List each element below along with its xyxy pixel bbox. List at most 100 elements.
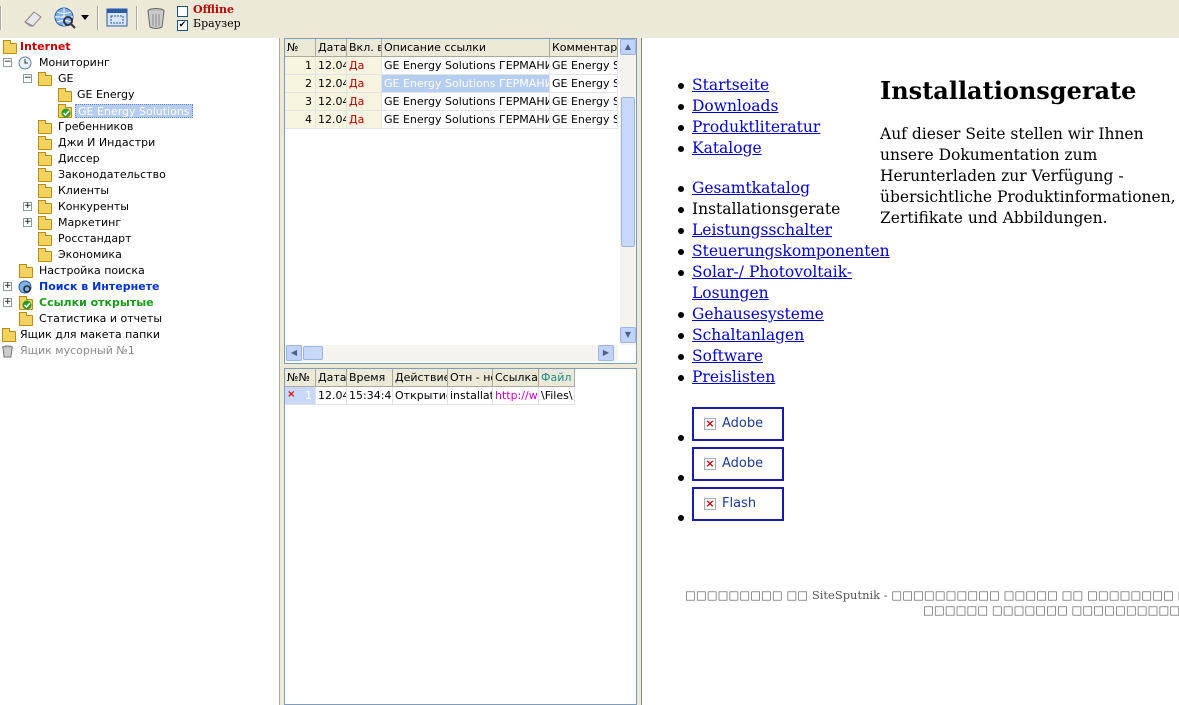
- folder-icon: [38, 168, 52, 182]
- column-header[interactable]: Вкл. в: [347, 39, 382, 57]
- broken-image-icon: ×: [704, 457, 716, 470]
- list-item[interactable]: Gesamtkatalog: [678, 178, 890, 199]
- cell-included: Да: [347, 75, 382, 93]
- nav-list-products: Gesamtkatalog Installationsgerate Leistu…: [678, 178, 890, 388]
- list-item[interactable]: Gehausesysteme: [678, 304, 890, 325]
- list-item[interactable]: Leistungsschalter: [678, 220, 890, 241]
- page-paragraph: Auf dieser Seite stellen wir Ihnen unser…: [880, 125, 1176, 227]
- collapse-icon[interactable]: −: [3, 58, 12, 67]
- list-item[interactable]: Steuerungskomponenten: [678, 241, 890, 262]
- cell-comment: GE Energy Sc: [550, 57, 618, 75]
- folder-icon: [38, 136, 52, 150]
- browser-checkbox[interactable]: ✔: [177, 20, 188, 31]
- globe-search-icon[interactable]: [52, 5, 78, 31]
- cell-comment: GE Energy Sc: [550, 93, 618, 111]
- expand-icon[interactable]: +: [3, 298, 12, 307]
- screenshot-icon[interactable]: [104, 5, 130, 31]
- list-item[interactable]: Downloads: [677, 96, 820, 117]
- nav-current: Installationsgerate: [692, 200, 841, 218]
- links-grid: № Дата Вкл. в Описание ссылки Комментари…: [284, 38, 637, 364]
- list-item[interactable]: Kataloge: [677, 138, 820, 159]
- column-header[interactable]: Действие: [393, 369, 448, 387]
- scroll-left-icon[interactable]: ◀: [286, 345, 302, 361]
- list-item[interactable]: Schaltanlagen: [678, 325, 890, 346]
- nav-link[interactable]: Steuerungskomponenten: [692, 242, 890, 260]
- folder-icon: [19, 264, 33, 278]
- cell-link[interactable]: http://ww: [493, 387, 539, 405]
- list-item[interactable]: Preislisten: [678, 367, 890, 388]
- cell-included: Да: [347, 93, 382, 111]
- cell-comment: GE Energy Sc: [550, 75, 618, 93]
- list-item[interactable]: Produktliteratur: [677, 117, 820, 138]
- nav-link[interactable]: Schaltanlagen: [692, 326, 804, 344]
- footer-text: □□□□□□□□□ □□ SiteSputnik - □□□□□□□□□□ □□…: [685, 588, 1179, 602]
- broken-image-link[interactable]: × Flash: [692, 487, 784, 521]
- expand-icon[interactable]: +: [3, 282, 12, 291]
- nav-link[interactable]: Solar-/ Photovoltaik-: [692, 263, 852, 281]
- column-header[interactable]: №: [285, 39, 316, 57]
- trash-icon[interactable]: [143, 5, 169, 31]
- folder-icon: [3, 40, 17, 54]
- column-header[interactable]: Дата: [316, 39, 347, 57]
- eraser-icon[interactable]: [20, 5, 46, 31]
- folder-icon: [19, 312, 33, 326]
- cell-num: 1: [285, 57, 316, 75]
- nav-link[interactable]: Gehausesysteme: [692, 305, 824, 323]
- cell-relative: installatic: [448, 387, 493, 405]
- nav-link[interactable]: Produktliteratur: [692, 118, 820, 136]
- check-icon: [61, 108, 71, 118]
- nav-link[interactable]: Startseite: [692, 76, 769, 94]
- broken-image-link[interactable]: × Adobe: [692, 447, 784, 481]
- column-header[interactable]: Ссылка: [493, 369, 539, 387]
- collapse-icon[interactable]: −: [23, 74, 32, 83]
- list-item[interactable]: Software: [678, 346, 890, 367]
- search-globe-icon: [18, 280, 32, 294]
- broken-image-link[interactable]: × Adobe: [692, 407, 784, 441]
- dropdown-arrow-icon[interactable]: [78, 5, 92, 31]
- cell-date: 12.04: [316, 57, 347, 75]
- column-header[interactable]: Файл: [539, 369, 575, 387]
- column-header[interactable]: Время: [347, 369, 393, 387]
- folder-icon: [38, 200, 52, 214]
- nav-link[interactable]: Leistungsschalter: [692, 221, 832, 239]
- expand-icon[interactable]: +: [23, 202, 32, 211]
- offline-checkbox[interactable]: [177, 6, 188, 17]
- scroll-thumb[interactable]: [303, 346, 323, 360]
- cell-date: 12.04: [316, 75, 347, 93]
- cell-included: Да: [347, 57, 382, 75]
- column-header[interactable]: №№: [285, 369, 316, 387]
- list-item[interactable]: Startseite: [677, 75, 820, 96]
- folder-icon: [38, 184, 52, 198]
- folder-icon: [38, 248, 52, 262]
- scroll-thumb[interactable]: [621, 97, 635, 247]
- column-header[interactable]: Дата: [316, 369, 347, 387]
- nav-link[interactable]: Gesamtkatalog: [692, 179, 810, 197]
- horizontal-scrollbar[interactable]: ◀ ▶: [285, 345, 618, 361]
- cell-file: \Files\: [539, 387, 575, 405]
- scroll-down-icon[interactable]: ▼: [620, 327, 636, 343]
- scroll-right-icon[interactable]: ▶: [598, 345, 614, 361]
- cell-date: 12.04: [316, 387, 347, 405]
- scroll-up-icon[interactable]: ▲: [620, 39, 636, 55]
- vertical-scrollbar[interactable]: ▲ ▼: [620, 39, 636, 345]
- column-header[interactable]: Описание ссылки: [382, 39, 550, 57]
- toolbar-separator: [0, 6, 2, 30]
- toolbar: Offline ✔ Браузер: [0, 0, 1179, 38]
- list-item[interactable]: Solar-/ Photovoltaik- Losungen: [678, 262, 890, 304]
- nav-link[interactable]: Downloads: [692, 97, 778, 115]
- cell-date: 12.04: [316, 93, 347, 111]
- cell-description: GE Energy Solutions ГЕРМАНИЯ !: [382, 111, 550, 129]
- nav-link[interactable]: Software: [692, 347, 763, 365]
- nav-link[interactable]: Kataloge: [692, 139, 762, 157]
- folder-icon: [2, 328, 16, 342]
- column-header[interactable]: Комментари: [550, 39, 618, 57]
- column-header[interactable]: Отн - но: [448, 369, 493, 387]
- cell-time: 15:34:44: [347, 387, 393, 405]
- nav-link[interactable]: Preislisten: [692, 368, 775, 386]
- expand-icon[interactable]: +: [23, 218, 32, 227]
- nav-link[interactable]: Losungen: [692, 284, 769, 302]
- cell-description: GE Energy Solutions ГЕРМАНИЯ !: [382, 93, 550, 111]
- check-icon: [22, 300, 32, 310]
- cell-included: Да: [347, 111, 382, 129]
- cell-description: GE Energy Solutions ГЕРМАНИЯ !: [382, 57, 550, 75]
